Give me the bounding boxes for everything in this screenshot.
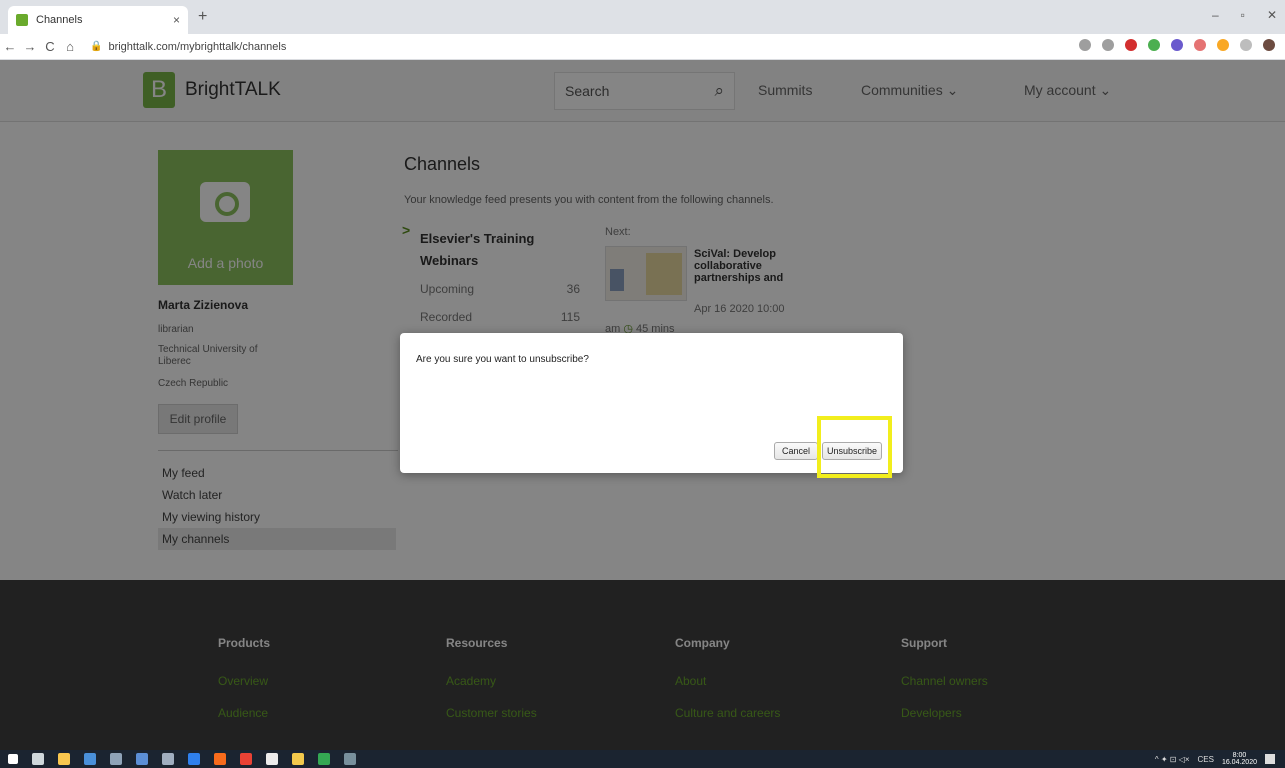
extension-icon[interactable]: [1194, 39, 1206, 51]
app-icon[interactable]: [84, 753, 96, 765]
clock-time: 8:00: [1232, 752, 1247, 759]
extension-icon[interactable]: [1240, 39, 1252, 51]
browser-tab[interactable]: Channels ×: [8, 6, 188, 34]
extension-icon[interactable]: [1217, 39, 1229, 51]
extensions-area: [1079, 39, 1275, 51]
edge-icon[interactable]: [188, 753, 200, 765]
system-clock[interactable]: 8:00 16.04.2020: [1222, 752, 1257, 766]
maximize-button[interactable]: ▫: [1241, 8, 1245, 22]
app-icon[interactable]: [292, 753, 304, 765]
tray-icons[interactable]: ^ ✦ ⊡ ◁×: [1155, 755, 1190, 764]
url-text: brighttalk.com/mybrighttalk/channels: [108, 40, 287, 53]
calculator-icon[interactable]: [162, 753, 174, 765]
close-window-button[interactable]: ✕: [1267, 8, 1277, 22]
firefox-icon[interactable]: [214, 753, 226, 765]
clock-date: 16.04.2020: [1221, 759, 1257, 766]
app-icon[interactable]: [110, 753, 122, 765]
os-taskbar: ^ ✦ ⊡ ◁× CES 8:00 16.04.2020: [0, 750, 1285, 768]
reload-button[interactable]: C: [40, 39, 60, 54]
app-icon[interactable]: [344, 753, 356, 765]
extension-icon[interactable]: [1148, 39, 1160, 51]
extension-icon[interactable]: [1171, 39, 1183, 51]
back-button[interactable]: ←: [0, 39, 20, 54]
tab-close-icon[interactable]: ×: [173, 13, 180, 27]
system-tray: ^ ✦ ⊡ ◁× CES 8:00 16.04.2020: [1155, 752, 1275, 766]
forward-button[interactable]: →: [20, 39, 40, 54]
app-icon[interactable]: [136, 753, 148, 765]
highlight-box: [817, 416, 892, 478]
app-icon[interactable]: [266, 753, 278, 765]
tab-title: Channels: [36, 14, 83, 26]
browser-tab-bar: Channels × + – ▫ ✕: [0, 0, 1285, 34]
file-explorer-icon[interactable]: [58, 753, 70, 765]
zoom-icon[interactable]: [1079, 39, 1091, 51]
url-field[interactable]: 🔒 brighttalk.com/mybrighttalk/channels: [90, 41, 286, 53]
start-icon[interactable]: [8, 754, 18, 764]
extension-icon[interactable]: [1125, 39, 1137, 51]
lock-icon: 🔒: [90, 41, 103, 52]
minimize-button[interactable]: –: [1212, 8, 1219, 22]
chrome-icon[interactable]: [240, 753, 252, 765]
task-view-icon[interactable]: [32, 753, 44, 765]
window-controls: – ▫ ✕: [1212, 8, 1277, 22]
profile-avatar-icon[interactable]: [1263, 39, 1275, 51]
new-tab-button[interactable]: +: [198, 8, 207, 26]
brighttalk-favicon-icon: [16, 14, 28, 26]
chrome-icon[interactable]: [318, 753, 330, 765]
home-button[interactable]: ⌂: [60, 39, 80, 54]
cancel-button[interactable]: Cancel: [774, 442, 818, 460]
address-bar: ← → C ⌂ 🔒 brighttalk.com/mybrighttalk/ch…: [0, 34, 1285, 60]
notifications-icon[interactable]: [1265, 754, 1275, 764]
dialog-question: Are you sure you want to unsubscribe?: [416, 354, 589, 365]
language-indicator[interactable]: CES: [1198, 755, 1214, 764]
star-icon[interactable]: [1102, 39, 1114, 51]
